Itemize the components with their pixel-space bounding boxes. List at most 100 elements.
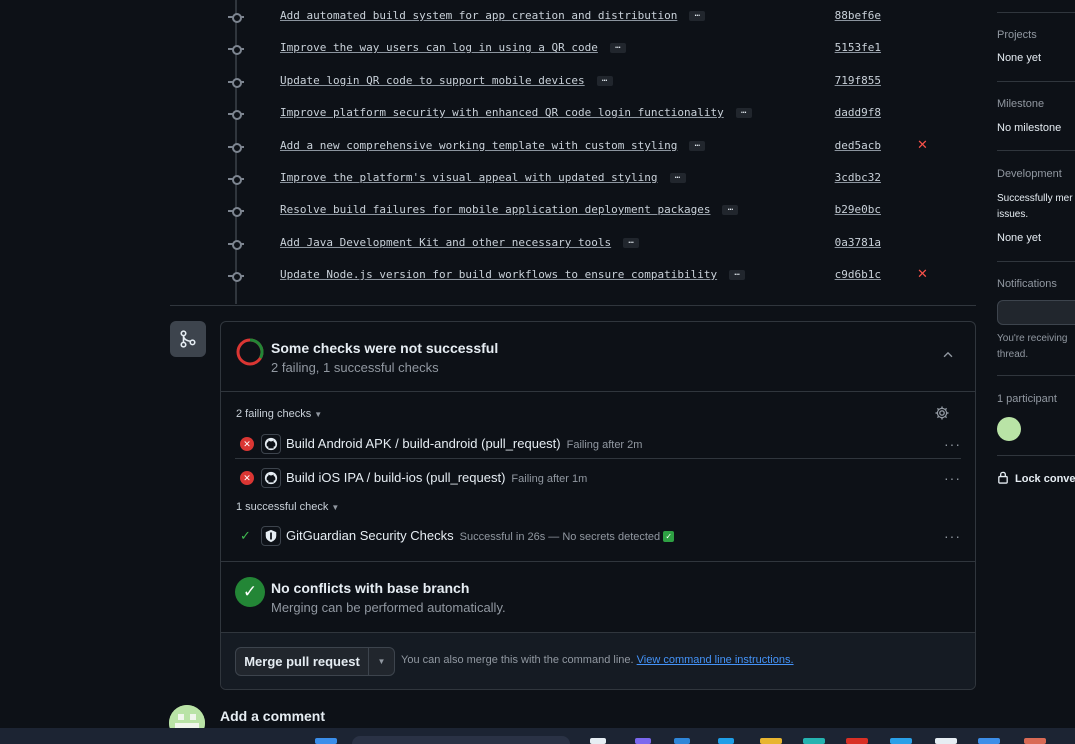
- failing-checks-toggle[interactable]: 2 failing checks ▼: [236, 408, 322, 420]
- commit-sha-link[interactable]: 719f855: [835, 74, 881, 87]
- taskbar-app-icon[interactable]: [890, 738, 912, 744]
- commit-message-link[interactable]: Resolve build failures for mobile applic…: [280, 203, 739, 216]
- taskbar-search-box[interactable]: [352, 736, 570, 744]
- git-commit-icon: [228, 43, 244, 55]
- more-options-icon[interactable]: ···: [944, 528, 961, 544]
- more-options-icon[interactable]: ···: [944, 436, 961, 452]
- commit-message-link[interactable]: Update Node.js version for build workflo…: [280, 268, 746, 281]
- commit-sha-link[interactable]: c9d6b1c: [835, 268, 881, 281]
- sidebar-divider: [997, 455, 1075, 456]
- git-commit-icon: [228, 205, 244, 217]
- sidebar-development-note: Successfully mer issues.: [997, 193, 1073, 220]
- chevron-down-icon: ▼: [331, 503, 340, 512]
- commit-message: Resolve build failures for mobile applic…: [280, 203, 711, 216]
- git-commit-icon: [228, 238, 244, 250]
- commit-message: Improve platform security with enhanced …: [280, 106, 724, 119]
- commit-message-link[interactable]: Improve platform security with enhanced …: [280, 106, 752, 119]
- merge-footer: Merge pull request ▼ You can also merge …: [221, 633, 975, 689]
- commit-row: Add Java Development Kit and other neces…: [0, 234, 980, 254]
- git-commit-icon: [228, 76, 244, 88]
- fail-status-icon: ✕: [240, 471, 254, 485]
- successful-checks-toggle[interactable]: 1 successful check ▼: [236, 501, 339, 513]
- sidebar-milestone-value: No milestone: [997, 122, 1062, 134]
- expand-commit-button[interactable]: …: [623, 237, 640, 248]
- taskbar-app-icon[interactable]: [718, 738, 734, 744]
- sidebar-divider: [997, 150, 1075, 151]
- taskbar-app-icon[interactable]: [1024, 738, 1046, 744]
- more-options-icon[interactable]: ···: [944, 470, 961, 486]
- sidebar-divider: [997, 12, 1075, 13]
- sidebar-notifications-note: You're receiving thread.: [997, 333, 1068, 360]
- commit-message-link[interactable]: Improve the platform's visual appeal wit…: [280, 171, 686, 184]
- participant-avatar[interactable]: [997, 417, 1021, 441]
- check-row-gitguardian[interactable]: ✓ GitGuardian Security Checks Successful …: [235, 521, 961, 551]
- x-icon[interactable]: ✕: [917, 137, 928, 153]
- commit-sha-link[interactable]: b29e0bc: [835, 203, 881, 216]
- check-meta: Successful in 26s — No secrets detected: [459, 531, 661, 543]
- expand-commit-button[interactable]: …: [689, 140, 706, 151]
- check-meta: Failing after 1m: [511, 473, 588, 485]
- no-conflicts-section: ✓ No conflicts with base branch Merging …: [221, 561, 975, 633]
- merge-pull-request-button[interactable]: Merge pull request: [236, 648, 369, 675]
- taskbar-app-icon[interactable]: [846, 738, 868, 744]
- github-icon: [261, 468, 281, 488]
- taskbar-app-icon[interactable]: [978, 738, 1000, 744]
- gear-icon[interactable]: [934, 405, 950, 421]
- subscribe-button[interactable]: [997, 300, 1075, 325]
- expand-commit-button[interactable]: …: [689, 10, 706, 21]
- commit-row: Add a new comprehensive working template…: [0, 137, 980, 157]
- commit-message: Add automated build system for app creat…: [280, 9, 678, 22]
- taskbar-app-icon[interactable]: [590, 738, 606, 744]
- git-commit-icon: [228, 108, 244, 120]
- commit-message-link[interactable]: Improve the way users can log in using a…: [280, 41, 626, 54]
- sidebar-milestone-heading[interactable]: Milestone: [997, 98, 1044, 110]
- commit-row: Resolve build failures for mobile applic…: [0, 201, 980, 221]
- check-circle-icon: ✓: [235, 577, 265, 607]
- taskbar-app-icon[interactable]: [674, 738, 690, 744]
- chevron-down-icon: ▼: [314, 410, 323, 419]
- commit-message-link[interactable]: Add a new comprehensive working template…: [280, 139, 706, 152]
- x-icon[interactable]: ✕: [917, 266, 928, 282]
- add-comment-title: Add a comment: [220, 708, 326, 724]
- commit-sha-link[interactable]: 0a3781a: [835, 236, 881, 249]
- commit-message-link[interactable]: Update login QR code to support mobile d…: [280, 74, 613, 87]
- commit-message: Update Node.js version for build workflo…: [280, 268, 718, 281]
- commit-message-link[interactable]: Add automated build system for app creat…: [280, 9, 706, 22]
- check-row-android[interactable]: ✕ Build Android APK / build-android (pul…: [235, 429, 961, 459]
- commit-row: Update Node.js version for build workflo…: [0, 266, 980, 286]
- git-commit-icon: [228, 11, 244, 23]
- sidebar-participants-heading: 1 participant: [997, 393, 1057, 405]
- sidebar-divider: [997, 375, 1075, 376]
- taskbar-app-icon[interactable]: [803, 738, 825, 744]
- commit-sha-link[interactable]: ded5acb: [835, 139, 881, 152]
- command-line-instructions-link[interactable]: View command line instructions.: [637, 654, 794, 666]
- check-mark-emoji-icon: ✓: [663, 531, 675, 543]
- taskbar-app-icon[interactable]: [935, 738, 957, 744]
- timeline-divider: [170, 305, 976, 306]
- expand-commit-button[interactable]: …: [735, 107, 752, 118]
- checks-header[interactable]: Some checks were not successful 2 failin…: [221, 322, 975, 392]
- triangle-down-icon[interactable]: ▼: [369, 648, 394, 675]
- expand-commit-button[interactable]: …: [669, 172, 686, 183]
- check-name: GitGuardian Security Checks Successful in…: [286, 528, 675, 543]
- commit-sha-link[interactable]: 5153fe1: [835, 41, 881, 54]
- folder-icon[interactable]: [760, 738, 782, 744]
- expand-commit-button[interactable]: …: [722, 204, 739, 215]
- checks-subtitle: 2 failing, 1 successful checks: [271, 360, 439, 375]
- check-row-ios[interactable]: ✕ Build iOS IPA / build-ios (pull_reques…: [235, 463, 961, 493]
- chevron-up-icon[interactable]: [941, 348, 955, 362]
- taskbar-app-icon[interactable]: [635, 738, 651, 744]
- commit-sha-link[interactable]: dadd9f8: [835, 106, 881, 119]
- commit-message-link[interactable]: Add Java Development Kit and other neces…: [280, 236, 640, 249]
- windows-start-icon[interactable]: [315, 738, 337, 744]
- commit-sha-link[interactable]: 88bef6e: [835, 9, 881, 22]
- sidebar-projects-heading[interactable]: Projects: [997, 29, 1037, 41]
- sidebar-development-heading[interactable]: Development: [997, 168, 1062, 180]
- commit-sha-link[interactable]: 3cdbc32: [835, 171, 881, 184]
- lock-conversation-button[interactable]: Lock conver: [997, 471, 1075, 485]
- expand-commit-button[interactable]: …: [596, 75, 613, 86]
- expand-commit-button[interactable]: …: [609, 42, 626, 53]
- check-meta: Failing after 2m: [566, 439, 643, 451]
- check-name: Build Android APK / build-android (pull_…: [286, 436, 642, 451]
- expand-commit-button[interactable]: …: [729, 269, 746, 280]
